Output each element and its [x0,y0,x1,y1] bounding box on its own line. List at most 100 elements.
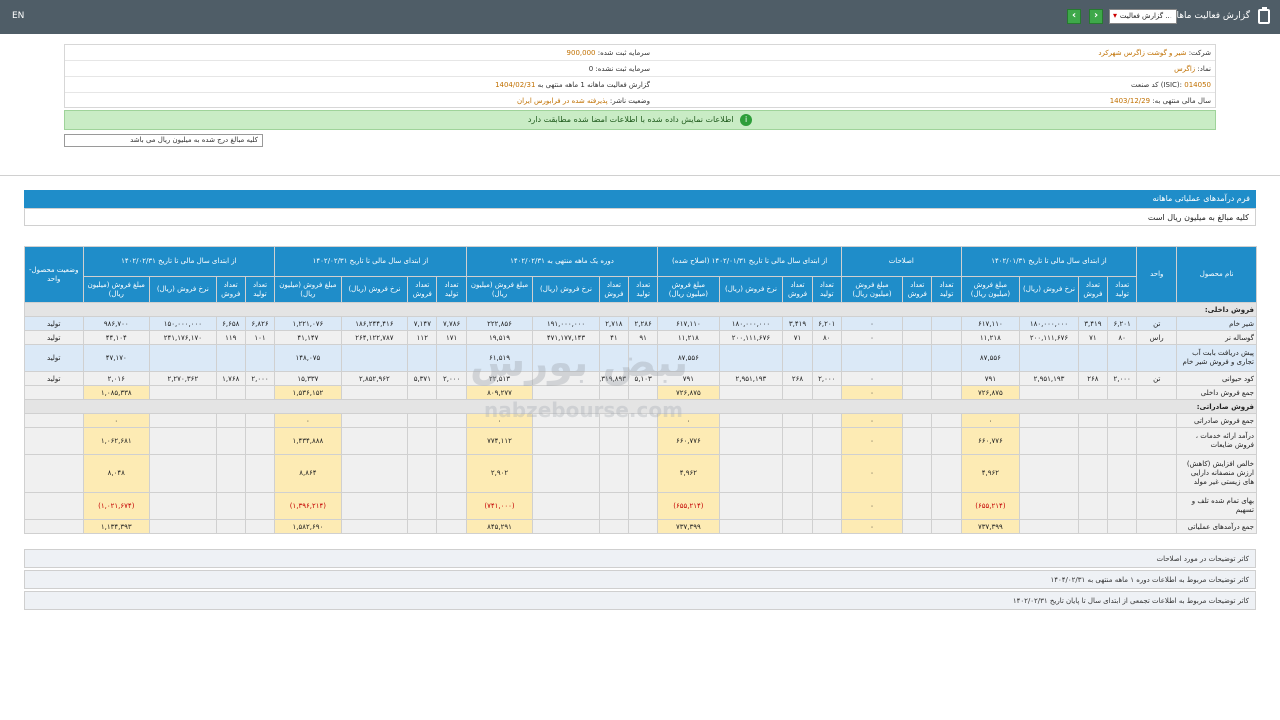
total-amount: ۱,۵۳۶,۱۵۲ [274,385,342,400]
table-cell: ۷۹۱ [960,371,1021,386]
info-row: سال مالی منتهی به: 1403/12/29 وضعیت ناشر… [65,93,1215,109]
info-row: شرکت: شیر و گوشت زاگرس شهرکرد سرمایه ثبت… [65,45,1215,61]
table-cell [1136,519,1178,534]
report-type-select[interactable]: ▾ گزارش فعالیت ... [1109,9,1177,24]
table-cell: ۲,۷۱۸ [598,316,630,331]
total-name: بهای تمام شده تلف و تسهیم [1176,492,1258,520]
table-cell [215,385,246,400]
table-cell [1077,519,1109,534]
header-subcol: تعداد تولید [436,276,467,303]
table-cell: ۸۰ [1107,330,1138,345]
table-cell: ۱۱۹ [215,330,246,345]
table-cell [1019,454,1079,493]
table-cell: ۲۶۸ [782,371,813,386]
table-cell [24,492,84,520]
total-amount: ۲,۹۰۲ [465,454,534,493]
table-cell [24,454,84,493]
language-toggle[interactable]: EN [12,11,24,21]
table-cell [931,385,962,400]
total-amount: (۶۵۵,۲۱۴) [657,492,720,520]
product-status: تولید [24,316,84,331]
product-unit [1136,344,1178,372]
table-cell [811,492,842,520]
table-cell [340,344,409,372]
table-cell [24,519,84,534]
table-cell [598,454,630,493]
table-cell [1077,454,1109,493]
product-unit: راس [1136,330,1178,345]
table-cell [1136,385,1178,400]
unregistered-capital-label: سرمایه ثبت نشده: 0 [588,65,650,73]
table-cell [598,385,630,400]
header-status: وضعیت محصول- واحد [24,246,84,303]
year-end-label: سال مالی منتهی به: 1403/12/29 [1109,97,1211,105]
table-cell: ۸۷,۵۵۶ [657,344,720,372]
table-cell [149,454,217,493]
table-cell [598,427,630,455]
header-subcol: نرخ فروش (ریال) [1019,276,1079,303]
table-cell [532,344,600,372]
table-cell [782,492,813,520]
table-cell [1107,413,1138,428]
report-type-value: گزارش فعالیت ... [1119,12,1172,20]
header-subcol: تعداد تولید [244,276,276,303]
table-cell [628,427,659,455]
table-cell [782,519,813,534]
table-cell [811,344,842,372]
table-cell [1019,519,1079,534]
header-unit: واحد [1136,246,1178,303]
total-amount: ۰ [82,413,151,428]
table-cell [1107,344,1138,372]
table-cell: ۵,۳۱۹,۸۹۳ [598,371,630,386]
table-cell [1107,519,1138,534]
next-report-button[interactable]: ‹ [1067,9,1081,24]
table-cell [718,413,784,428]
table-cell: ۱۷۱ [436,330,467,345]
total-amount: ۷۷۴,۱۱۲ [465,427,534,455]
product-name: شیر خام [1176,316,1258,331]
table-cell [811,413,842,428]
total-amount: ۰ [465,413,534,428]
header-subcol: نرخ فروش (ریال) [532,276,600,303]
symbol-value[interactable]: زاگرس [1174,65,1195,73]
table-cell [628,454,659,493]
header-subcol: مبلغ فروش (میلیون ریال) [840,276,904,303]
total-amount: ۰ [274,413,342,428]
table-cell [598,413,630,428]
product-name: گوساله نر [1176,330,1258,345]
report-period-label: گزارش فعالیت ماهانه 1 ماهه منتهی به 1404… [495,81,650,89]
header-group: دوره یک ماهه منتهی به ۱۴۰۲/۰۲/۳۱ [465,246,659,277]
total-amount: (۶۵۵,۲۱۴) [960,492,1021,520]
table-cell: ۱,۷۶۸ [215,371,246,386]
table-cell [149,413,217,428]
note-monthly: کاتر توضیحات مربوط به اطلاعات دوره ۱ ماه… [24,570,1256,589]
table-cell [149,385,217,400]
total-amount: ۷۳۷,۳۹۹ [960,519,1021,534]
table-cell [931,344,962,372]
header-subcol: تعداد فروش [902,276,933,303]
table-cell [718,385,784,400]
table-cell [1019,385,1079,400]
table-cell [244,413,276,428]
table-cell [1019,413,1079,428]
table-cell [1107,454,1138,493]
prev-report-button[interactable]: › [1089,9,1103,24]
table-cell: ۰ [840,371,904,386]
table-cell [532,454,600,493]
info-icon: i [740,113,753,126]
table-cell: ۱۸۰,۰۰۰,۰۰۰ [718,316,784,331]
table-cell [931,427,962,455]
header-subcol: تعداد تولید [811,276,842,303]
table-cell [407,519,438,534]
table-cell [1107,492,1138,520]
verification-banner: اطلاعات نمایش داده شده با اطلاعات امضا ش… [64,110,1216,130]
table-cell: ۲۰۰,۱۱۱,۶۷۶ [1019,330,1079,345]
table-cell [931,519,962,534]
total-amount: ۸,۸۶۴ [274,454,342,493]
table-cell: ۱۱,۲۱۸ [960,330,1021,345]
table-cell [1019,492,1079,520]
table-cell [718,492,784,520]
table-cell: ۱,۲۲۱,۰۷۶ [274,316,342,331]
table-cell [811,454,842,493]
section-divider [0,175,1280,176]
